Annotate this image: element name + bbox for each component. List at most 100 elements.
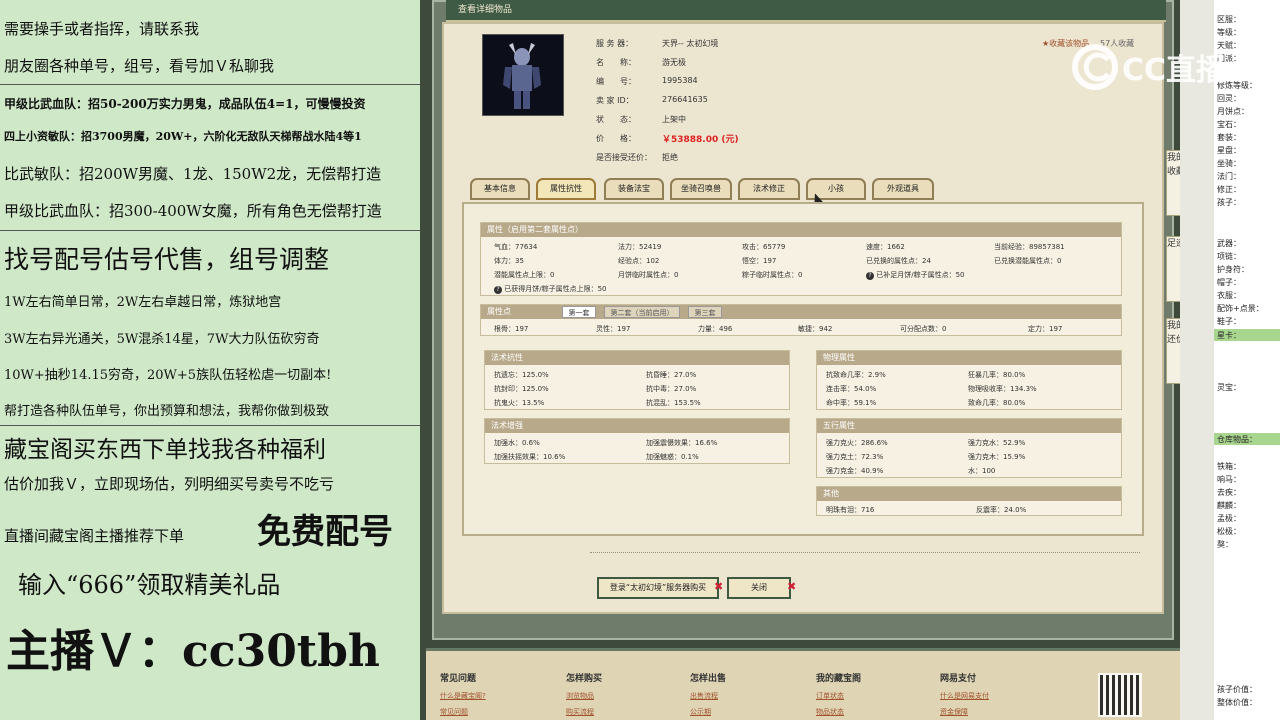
footer-col-title: 网易支付 (940, 674, 977, 684)
attr-hp: 气血：77634 (494, 243, 538, 251)
right-label: 衣服： (1217, 291, 1241, 300)
attr-exchanged-potential: 已兑换潜能属性点：0 (994, 257, 1062, 265)
right-label: 配饰+点景： (1217, 304, 1264, 313)
phys-absorb: 物理吸收率：134.3% (968, 385, 1037, 393)
footer-col-title: 我的藏宝阁 (816, 674, 862, 684)
point-constitution: 根骨：197 (494, 325, 529, 333)
footer-link[interactable]: 公示期 (690, 707, 711, 717)
cc-live-watermark: CC直播 (1072, 44, 1226, 90)
tab-spell-mods[interactable]: 法术修正 (738, 178, 800, 200)
attr-mp: 法力：52419 (618, 243, 662, 251)
footer-link[interactable]: 浏览物品 (566, 691, 594, 701)
footer-link[interactable]: 订单状态 (816, 691, 844, 701)
login-buy-button[interactable]: 登录“太初幻境”服务器购买 (597, 577, 719, 599)
server-label: 服 务 器： (596, 39, 634, 48)
overlay-headline: 藏宝阁买东西下单找我各种福利 (4, 437, 326, 463)
status-label: 状 态： (596, 115, 636, 124)
footer-col-title: 怎样出售 (690, 674, 727, 684)
point-endurance: 定力：197 (1028, 325, 1063, 333)
subtab-set-2[interactable]: 第二套（当前启用） (604, 306, 680, 318)
resist-forget: 抗遗忘：125.0% (494, 371, 549, 379)
close-button[interactable]: 关闭 (727, 577, 791, 599)
tab-attributes[interactable]: 属性抗性 (536, 178, 596, 200)
footer-link[interactable]: 购买流程 (566, 707, 594, 717)
attr-exp: 当前经验：89857381 (994, 243, 1065, 251)
divider (0, 425, 420, 426)
footer-link[interactable]: 物品状态 (816, 707, 844, 717)
bargain-label: 是否接受还价： (596, 153, 652, 162)
tab-appearance[interactable]: 外观道具 (872, 178, 934, 200)
attr-speed: 速度：1662 (866, 243, 905, 251)
resist-sleep: 抗昏睡：27.0% (646, 371, 697, 379)
attr-obtained-cap: ? 已获得月饼/粽子属性点上限：50 (494, 284, 607, 294)
right-label: 宝石： (1217, 120, 1241, 129)
overlay-headline: 找号配号估号代售，组号调整 (4, 245, 330, 274)
footer-link[interactable]: 什么是藏宝阁? (440, 691, 486, 701)
right-label: 武器： (1217, 239, 1241, 248)
price-label: 价 格： (596, 134, 636, 143)
name-value: 游无极 (662, 58, 686, 67)
resist-chaos: 抗混乱：153.5% (646, 399, 701, 407)
watermark-text: CC直播 (1122, 53, 1227, 88)
tab-basic-info[interactable]: 基本信息 (470, 178, 530, 200)
qr-code-icon (1098, 673, 1142, 717)
boost-water: 加强水：0.6% (494, 439, 540, 447)
right-label: 星盘： (1217, 146, 1241, 155)
resist-ghostfire: 抗鬼火：13.5% (494, 399, 545, 407)
overlay-line: 甲级比武血队：招300-400W女魔，所有角色无偿帮打造 (4, 202, 382, 220)
tab-mounts-pets[interactable]: 坐骑召唤兽 (670, 178, 732, 200)
wuxing-metal: 强力克金：40.9% (826, 467, 884, 475)
overlay-line: 直播间藏宝阁主播推荐下单 (4, 527, 185, 545)
point-spirit: 灵性：197 (596, 325, 631, 333)
seller-value: 276641635 (662, 95, 708, 104)
point-available: 可分配点数：0 (900, 325, 947, 333)
right-label: 坐骑： (1217, 159, 1241, 168)
wuxing-earth: 强力克土：72.3% (826, 453, 884, 461)
footer-link[interactable]: 出售流程 (690, 691, 718, 701)
character-figure-icon (503, 43, 541, 109)
subtab-set-3[interactable]: 第三套 (688, 306, 722, 318)
attr-exchanged: 已兑换的属性点：24 (866, 257, 931, 265)
overlay-line: 3W左右异光通关，5W混杀14星，7W大力队伍砍穷奇 (4, 332, 320, 347)
right-label: 区服： (1217, 15, 1241, 24)
tab-equipment[interactable]: 装备法宝 (604, 178, 664, 200)
overlay-line: 四上小资敏队：招3700男魔，20W+，六阶化无敌队天梯帮战水陆4等1 (4, 130, 362, 143)
physical-header: 物理属性 (817, 351, 1121, 365)
phys-anti-crit: 抗致命几率：2.9% (826, 371, 886, 379)
right-label: 孟极： (1217, 514, 1241, 523)
attr-exp-points: 经验点：102 (618, 257, 660, 265)
right-label: 法门： (1217, 172, 1241, 181)
right-label: 项链： (1217, 252, 1241, 261)
help-icon[interactable]: ? (494, 286, 502, 294)
window-title: 查看详细物品 (446, 0, 1166, 22)
footer-link[interactable]: 什么是网易支付 (940, 691, 989, 701)
overlay-line: 需要操手或者指挥，请联系我 (4, 20, 200, 38)
right-label: 月饼点： (1217, 107, 1249, 116)
overlay-gift-line: 输入“666”领取精美礼品 (18, 571, 281, 599)
right-label: 鞋子： (1217, 317, 1241, 326)
right-label: 孩子价值： (1217, 685, 1257, 694)
footer-col-title: 怎样购买 (566, 674, 603, 684)
boost-charm: 加强魅惑：0.1% (646, 453, 699, 461)
right-label: 星卡： (1217, 331, 1241, 340)
wuxing-fire: 强力克火：286.6% (826, 439, 888, 447)
wuxing-water: 强力克水：52.9% (968, 439, 1026, 447)
name-label: 名 称： (596, 58, 636, 67)
right-label: 仓库物品： (1217, 435, 1257, 444)
id-label: 编 号： (596, 77, 636, 86)
seller-label: 卖 家 ID： (596, 96, 634, 105)
right-scroll-strip[interactable] (1180, 0, 1214, 720)
attr-stamina: 体力：35 (494, 257, 524, 265)
phys-hit: 命中率：59.1% (826, 399, 877, 407)
right-label: 响马： (1217, 475, 1241, 484)
footer-link[interactable]: 常见问题 (440, 707, 468, 717)
footer-link[interactable]: 资金保障 (940, 707, 968, 717)
help-icon[interactable]: ? (866, 272, 874, 280)
boost-fuyao: 加强扶摇效果：10.6% (494, 453, 566, 461)
subtab-set-1[interactable]: 第一套 (562, 306, 596, 318)
close-x-icon: ✖ (787, 580, 797, 593)
right-label: 修正： (1217, 185, 1241, 194)
overlay-line: 1W左右简单日常，2W左右卓越日常，炼狱地宫 (4, 295, 282, 310)
spell-resist-header: 法术抗性 (485, 351, 789, 365)
overlay-free-match: 免费配号 (257, 512, 393, 552)
